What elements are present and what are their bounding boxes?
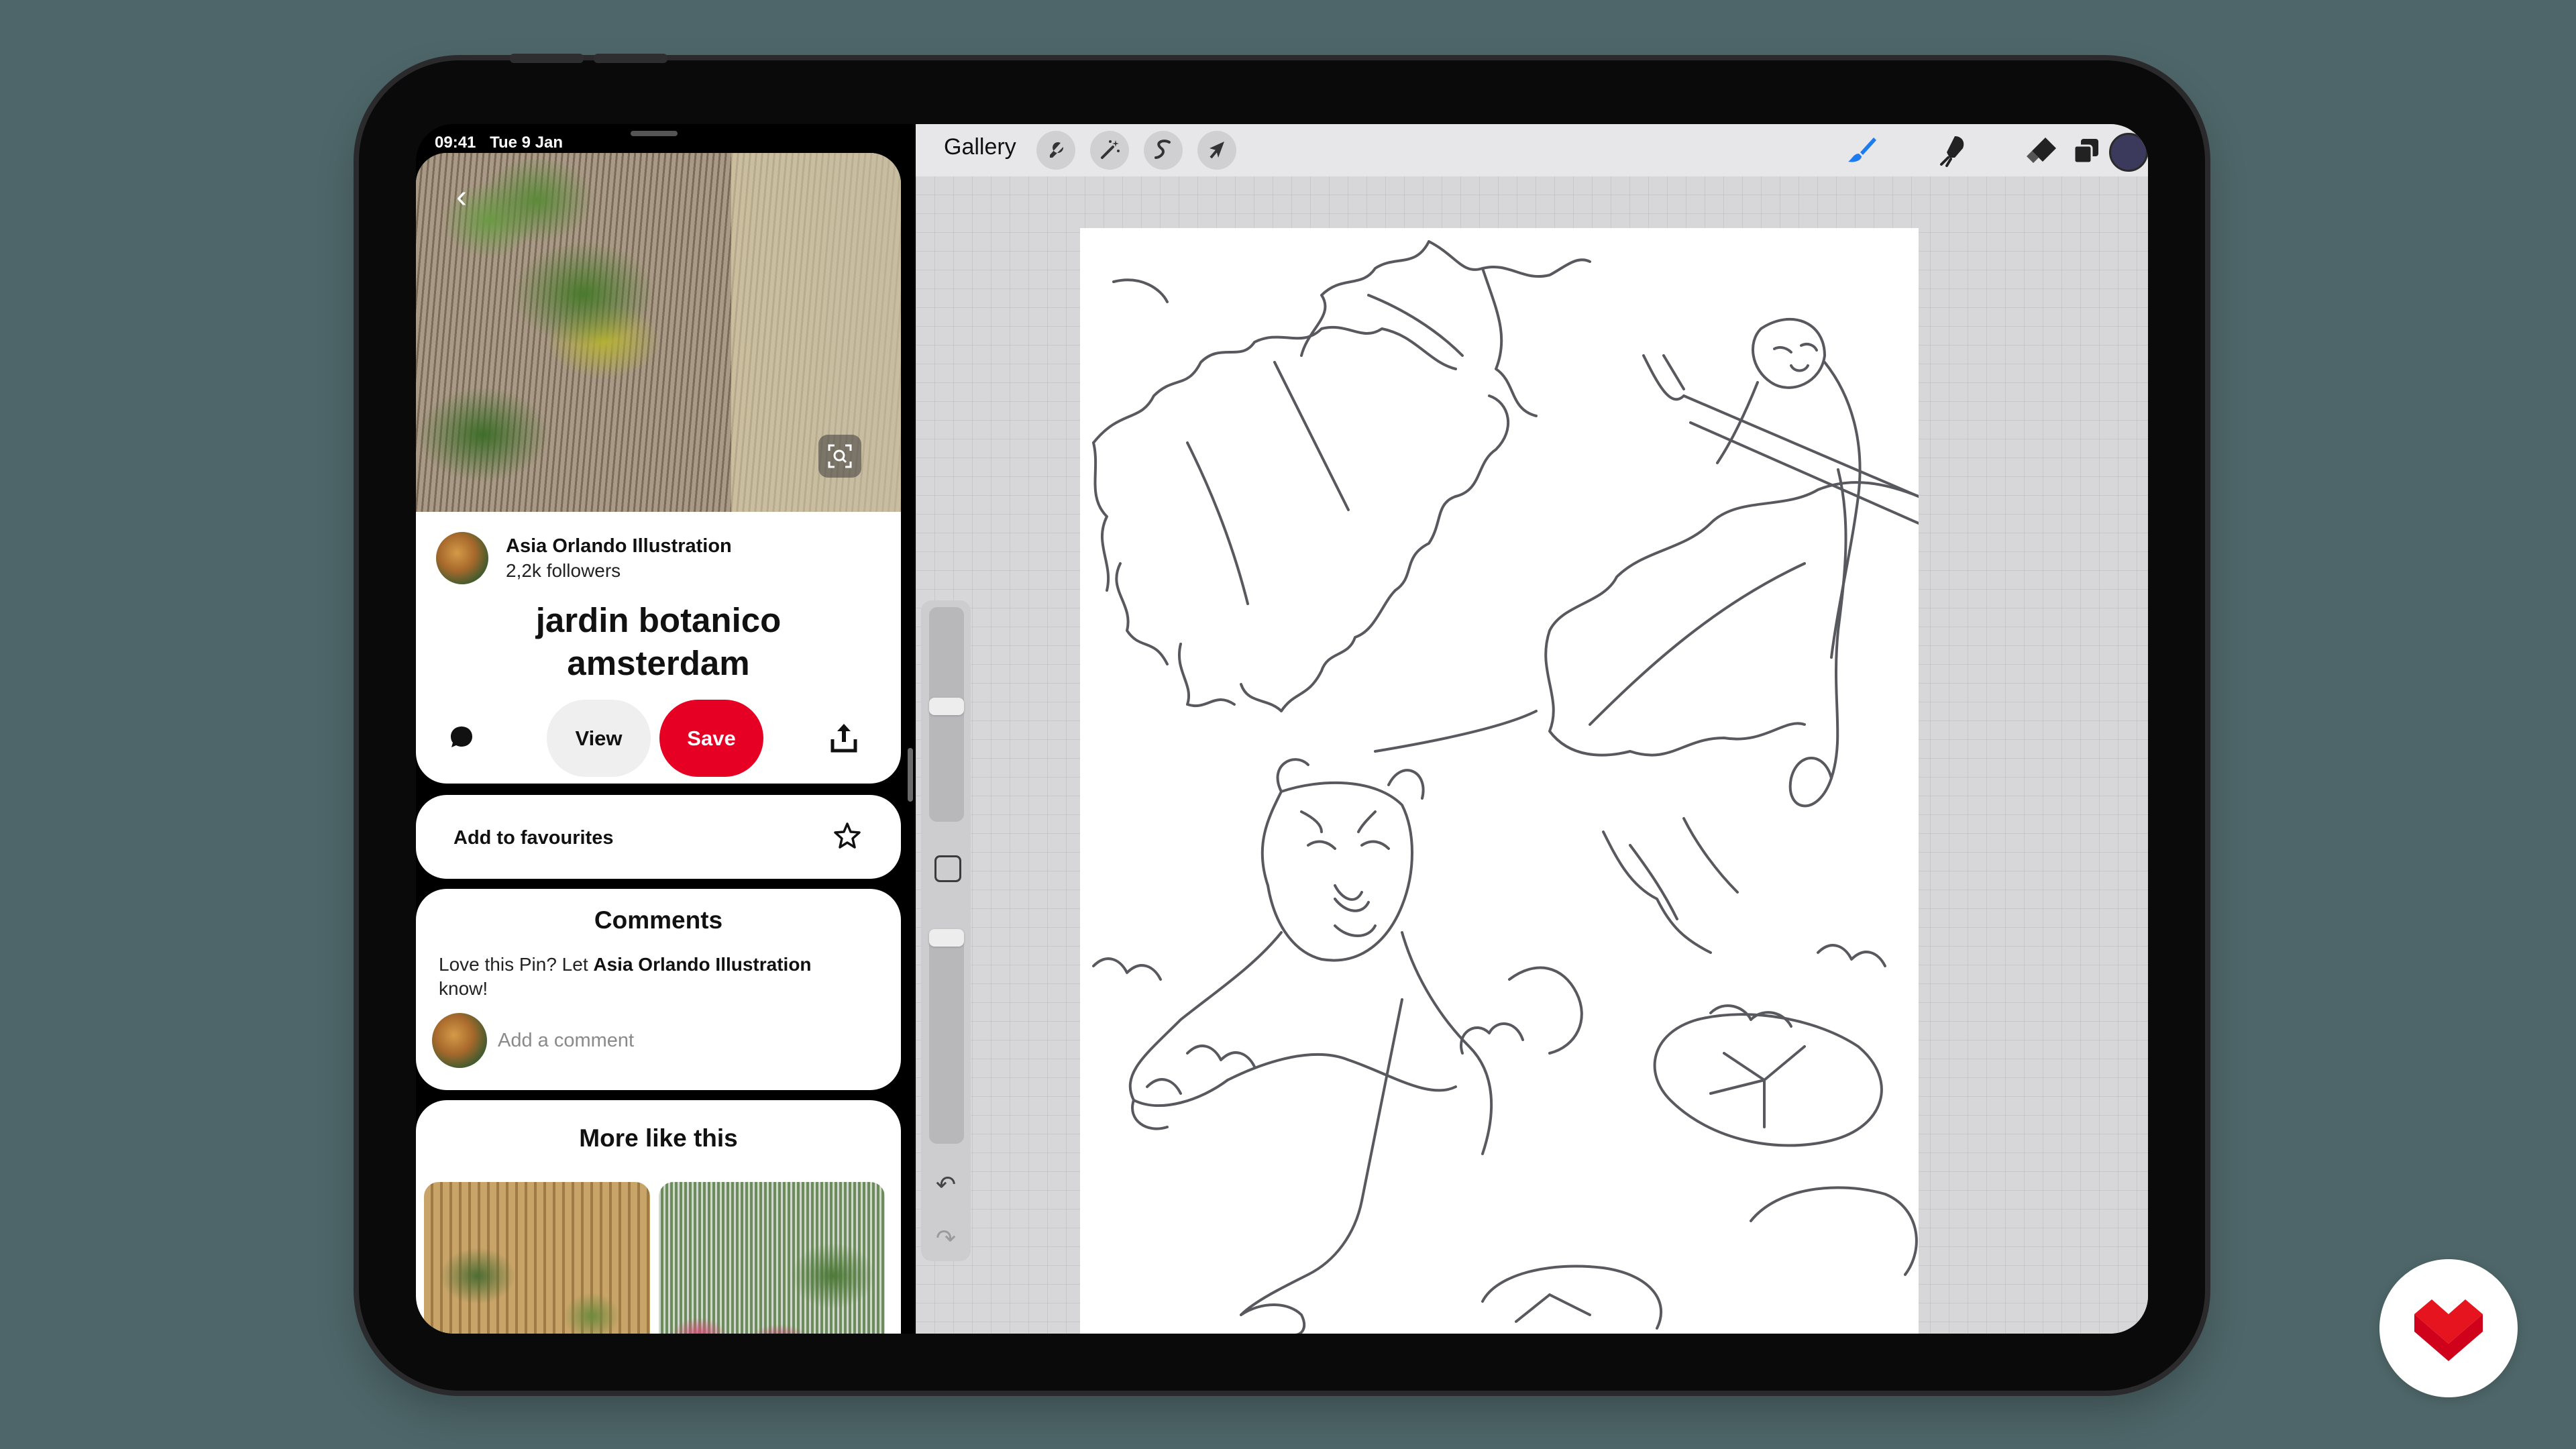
layers-icon[interactable] [2066, 131, 2106, 171]
undo-icon[interactable]: ↶ [930, 1171, 961, 1198]
favourites-card[interactable]: Add to favourites [416, 795, 901, 879]
back-icon[interactable]: ‹ [441, 178, 482, 219]
split-view-divider[interactable] [908, 748, 913, 802]
color-picker-button[interactable] [2109, 133, 2148, 172]
gallery-button[interactable]: Gallery [940, 133, 1020, 161]
procreate-sidebar: ↶ ↷ [921, 600, 971, 1261]
add-to-favourites-label[interactable]: Add to favourites [453, 827, 613, 849]
comments-prompt-name[interactable]: Asia Orlando Illustration [593, 954, 811, 975]
pin-title: jardin botanico amsterdam [416, 599, 901, 685]
status-bar: 09:41 Tue 9 Jan [435, 133, 572, 152]
pin-card: ‹ Asia Orlando Illustration 2,2k followe… [416, 153, 901, 784]
comment-icon[interactable] [448, 724, 475, 751]
user-avatar [432, 1013, 487, 1068]
view-button[interactable]: View [547, 700, 651, 777]
more-like-this-card: More like this [416, 1100, 901, 1334]
volume-button [594, 54, 667, 63]
procreate-pane: Gallery ↶ ↷ [916, 124, 2148, 1334]
save-button[interactable]: Save [659, 700, 763, 777]
status-date: Tue 9 Jan [490, 133, 563, 152]
author-name[interactable]: Asia Orlando Illustration [506, 535, 732, 557]
image-wall [731, 153, 901, 512]
star-icon[interactable] [833, 820, 862, 850]
eraser-icon[interactable] [2021, 131, 2061, 171]
domestika-logo-badge [2379, 1259, 2518, 1397]
smudge-icon[interactable] [1932, 131, 1972, 171]
volume-button [510, 54, 584, 63]
add-comment-row[interactable]: Add a comment [432, 1013, 634, 1068]
opacity-knob[interactable] [929, 929, 964, 947]
pin-title-line2: amsterdam [567, 644, 750, 682]
pinterest-pane: 09:41 Tue 9 Jan ‹ Asia Orlando Illustrat… [416, 124, 901, 1334]
share-icon[interactable] [828, 721, 859, 755]
more-like-this-title: More like this [579, 1124, 738, 1152]
add-comment-input[interactable]: Add a comment [498, 1030, 634, 1052]
comments-card: Comments Love this Pin? Let Asia Orlando… [416, 889, 901, 1090]
transform-arrow-icon[interactable] [1197, 131, 1236, 170]
wrench-icon[interactable] [1036, 131, 1075, 170]
related-pin-thumbnail[interactable] [659, 1182, 885, 1334]
related-pin-thumbnail[interactable] [424, 1182, 650, 1334]
domestika-logo-icon [2414, 1299, 2483, 1361]
opacity-slider[interactable] [929, 929, 964, 1144]
comments-prompt-suffix: know! [439, 978, 488, 999]
jungle-sketch [1092, 240, 1919, 1334]
pin-actions: View Save [416, 700, 901, 777]
brush-icon[interactable] [1841, 131, 1882, 171]
author-avatar[interactable] [436, 532, 488, 584]
brush-size-knob[interactable] [929, 698, 964, 715]
comments-title: Comments [594, 906, 723, 934]
author-followers: 2,2k followers [506, 559, 621, 581]
modify-button[interactable] [934, 855, 961, 882]
visual-search-icon[interactable] [818, 435, 861, 478]
magic-wand-icon[interactable] [1090, 131, 1129, 170]
selection-icon[interactable] [1144, 131, 1183, 170]
drawing-canvas[interactable] [1080, 228, 1919, 1334]
author-row[interactable]: Asia Orlando Illustration 2,2k followers [436, 532, 732, 584]
screen: 09:41 Tue 9 Jan ‹ Asia Orlando Illustrat… [416, 124, 2148, 1334]
status-time: 09:41 [435, 133, 476, 152]
redo-icon[interactable]: ↷ [930, 1224, 961, 1252]
comments-prompt: Love this Pin? Let Asia Orlando Illustra… [439, 953, 841, 1001]
comments-prompt-prefix: Love this Pin? Let [439, 954, 594, 975]
brush-size-slider[interactable] [929, 607, 964, 822]
procreate-toolbar: Gallery [916, 124, 2148, 176]
pin-title-line1: jardin botanico [535, 601, 782, 639]
ipad-frame: 09:41 Tue 9 Jan ‹ Asia Orlando Illustrat… [359, 54, 2205, 1391]
pin-image[interactable]: ‹ [416, 153, 901, 512]
multitasking-handle[interactable] [631, 131, 678, 136]
